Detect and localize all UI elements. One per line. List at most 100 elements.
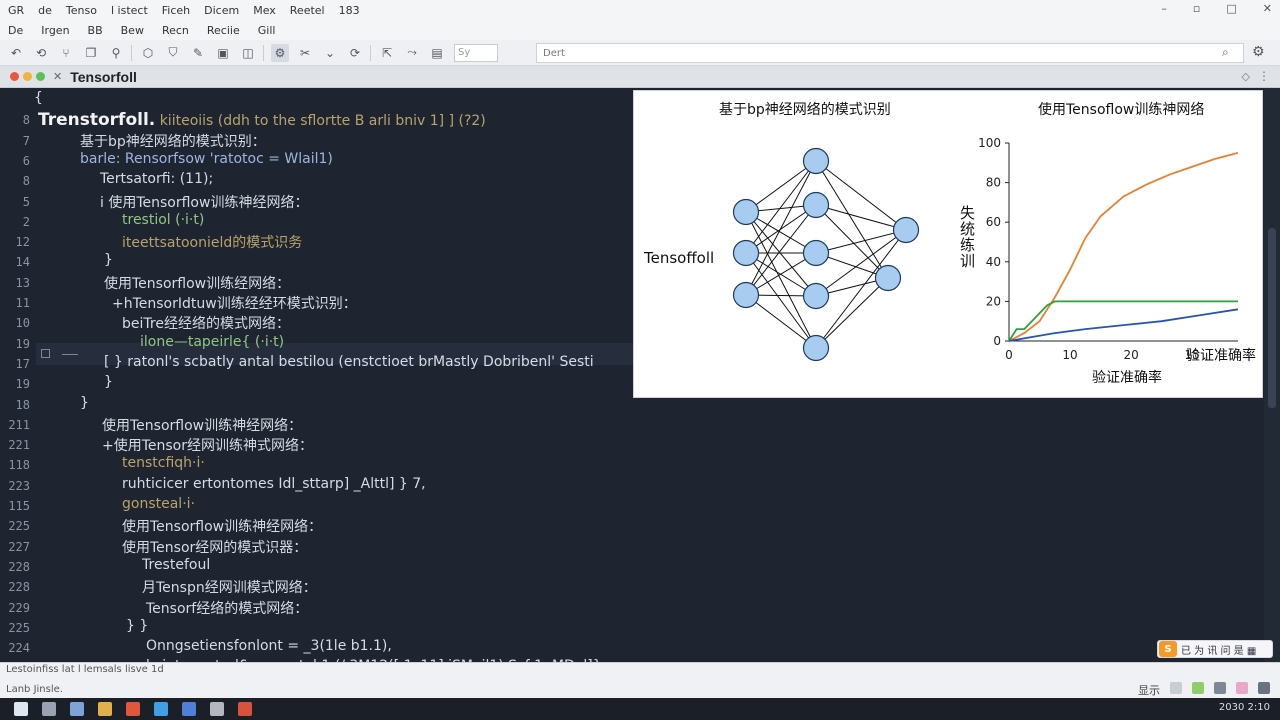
submenu-item[interactable]: BB bbox=[88, 24, 103, 37]
code-line[interactable]: ruhticicer ertontomes Idl_sttarp] _Alttl… bbox=[122, 476, 426, 492]
menu-item[interactable]: Mex bbox=[253, 4, 276, 17]
code-line[interactable]: ilone—tapeirle{ (·i·t) bbox=[140, 334, 284, 350]
code-line[interactable]: beiTre经经络的模式网络： bbox=[122, 313, 290, 333]
code-line[interactable]: Trenstorfoll. kiiteoiis (ddh to the sflo… bbox=[38, 110, 486, 130]
x-tick-label: 0 bbox=[1005, 348, 1013, 362]
code-line[interactable]: { bbox=[34, 90, 43, 106]
code-line[interactable]: 使用Tensor经网的模式识器： bbox=[122, 537, 307, 557]
maximize-icon[interactable]: □ bbox=[1226, 2, 1236, 15]
edit-icon[interactable]: ✎ bbox=[189, 44, 207, 62]
minimize-dot-icon[interactable] bbox=[23, 72, 32, 81]
submenu-item[interactable]: De bbox=[8, 24, 23, 37]
menu-item[interactable]: Ficeh bbox=[162, 4, 190, 17]
format-icon[interactable] bbox=[1170, 682, 1182, 694]
code-line[interactable]: Tertsatorfi: (11); bbox=[100, 171, 213, 187]
notification-text: 已 为 讯 问 是 ▦ bbox=[1181, 645, 1257, 657]
layout-icon[interactable] bbox=[1258, 682, 1270, 694]
code-line[interactable]: 使用Tensorflow训练神经网络： bbox=[122, 516, 322, 536]
search-input[interactable] bbox=[536, 43, 1244, 63]
minimize-icon[interactable]: – bbox=[1161, 2, 1167, 15]
close-dot-icon[interactable] bbox=[10, 72, 19, 81]
pin-icon[interactable]: ⚲ bbox=[107, 44, 125, 62]
code-line[interactable]: 月Tenspn经网训模式网络： bbox=[142, 577, 317, 597]
bookmark-icon[interactable]: ⛉ bbox=[164, 44, 182, 62]
chrome-icon[interactable] bbox=[154, 702, 168, 716]
tab-title[interactable]: Tensorfoll bbox=[70, 69, 137, 85]
code-line[interactable]: 使用Tensorflow训练神经网络： bbox=[102, 415, 302, 435]
maximize-dot-icon[interactable] bbox=[36, 72, 45, 81]
code-line[interactable]: trestiol (·i·t) bbox=[122, 212, 204, 228]
history-icon[interactable]: ⟲ bbox=[32, 44, 50, 62]
system-tray[interactable]: 2030 2:10 bbox=[1219, 702, 1270, 713]
start-icon[interactable] bbox=[14, 702, 28, 716]
undo-icon[interactable]: ↶ bbox=[7, 44, 25, 62]
code-line[interactable]: [ } ratonl's scbatly antal bestilou (ens… bbox=[104, 354, 594, 370]
expand-icon[interactable]: ⇱ bbox=[378, 44, 396, 62]
code-line[interactable]: i 使用Tensorflow训练神经网络： bbox=[100, 192, 308, 212]
ide-icon[interactable] bbox=[238, 702, 252, 716]
split-icon[interactable]: ◫ bbox=[239, 44, 257, 62]
menu-item[interactable]: Tenso bbox=[66, 4, 97, 17]
code-line[interactable]: 基于bp神经网络的模式识别： bbox=[80, 131, 266, 151]
code-line[interactable]: } } bbox=[126, 618, 148, 634]
run-icon[interactable]: ⟳ bbox=[346, 44, 364, 62]
line-number: 7 bbox=[22, 133, 30, 148]
chevron-down-icon[interactable]: ⌄ bbox=[321, 44, 339, 62]
code-line[interactable]: iteettsatoonield的模式识务 bbox=[122, 232, 302, 252]
menu-item[interactable]: Dicem bbox=[204, 4, 239, 17]
debug-icon[interactable]: ⚙ bbox=[271, 43, 289, 62]
submenu-item[interactable]: Reciie bbox=[207, 24, 240, 37]
menu-item[interactable]: 183 bbox=[339, 4, 360, 17]
code-line[interactable]: 使用Tensorflow训练经网络： bbox=[104, 273, 290, 293]
step-icon[interactable]: ⤳ bbox=[403, 44, 421, 62]
check-icon[interactable] bbox=[1192, 682, 1204, 694]
image-app-icon[interactable] bbox=[210, 702, 224, 716]
tag-icon[interactable]: ⬡ bbox=[139, 44, 157, 62]
folder-icon[interactable] bbox=[98, 702, 112, 716]
search-icon[interactable]: ⌕ bbox=[1222, 45, 1229, 60]
code-line[interactable]: } bbox=[104, 252, 113, 268]
copy-icon[interactable]: ❐ bbox=[82, 44, 100, 62]
submenu-item[interactable]: Recn bbox=[162, 24, 189, 37]
app-icon[interactable] bbox=[182, 702, 196, 716]
scrollbar-thumb[interactable] bbox=[1268, 228, 1276, 408]
notification-bell-icon[interactable] bbox=[1236, 682, 1248, 694]
settings-icon[interactable]: ⚙ bbox=[1252, 44, 1265, 60]
menu-item[interactable]: Reetel bbox=[290, 4, 325, 17]
mini-input[interactable] bbox=[454, 43, 498, 62]
taskview-icon[interactable] bbox=[42, 702, 56, 716]
code-line[interactable]: Trestefoul bbox=[142, 557, 210, 573]
notification-badge[interactable]: S 已 为 讯 问 是 ▦ bbox=[1157, 640, 1273, 658]
tab-close-icon[interactable]: ✕ bbox=[53, 70, 62, 83]
code-line[interactable]: Tensorf经络的模式网络： bbox=[146, 598, 308, 618]
restore-icon[interactable]: ▫ bbox=[1193, 2, 1200, 15]
code-line[interactable]: +hTensorIdtuw训练经经环模式识别： bbox=[112, 293, 357, 313]
code-token: +使用Tensor经网训练神式网络： bbox=[102, 438, 314, 455]
branch-icon[interactable]: ⑂ bbox=[57, 44, 75, 62]
menu-item[interactable]: l istect bbox=[111, 4, 148, 17]
close-icon[interactable]: ✕ bbox=[1263, 2, 1272, 15]
panel-icon[interactable]: ▤ bbox=[428, 44, 446, 62]
encoding-icon[interactable] bbox=[1214, 682, 1226, 694]
submenu-item[interactable]: Bew bbox=[121, 24, 144, 37]
window-icon[interactable]: ▣ bbox=[214, 44, 232, 62]
code-line[interactable]: tenstcfiqh·i· bbox=[122, 455, 205, 471]
code-line[interactable]: +使用Tensor经网训练神式网络： bbox=[102, 435, 313, 455]
menu-item[interactable]: GR bbox=[8, 4, 24, 17]
menu-item[interactable]: de bbox=[38, 4, 52, 17]
code-line[interactable]: Onngsetiensfonlont = _3(1le b1.1), bbox=[146, 638, 392, 654]
tab-more-icon[interactable]: ⋮ bbox=[1258, 69, 1270, 83]
code-line[interactable]: } bbox=[80, 395, 89, 411]
code-line[interactable]: } bbox=[104, 374, 113, 390]
explorer-icon[interactable] bbox=[70, 702, 84, 716]
code-line[interactable]: barle: Rensorfsow 'ratotoc = Wlail1) bbox=[80, 151, 333, 167]
browser-icon[interactable] bbox=[126, 702, 140, 716]
vertical-scrollbar[interactable] bbox=[1264, 88, 1280, 662]
submenu-item[interactable]: Gill bbox=[258, 24, 276, 37]
code-line[interactable]: gonsteal·i· bbox=[122, 496, 195, 512]
breakpoint-marker-icon[interactable] bbox=[41, 349, 50, 358]
status-display-label[interactable]: 显示 bbox=[1138, 682, 1160, 698]
tab-pin-icon[interactable]: ◇ bbox=[1242, 70, 1250, 83]
scissors-icon[interactable]: ✂ bbox=[296, 44, 314, 62]
submenu-item[interactable]: Irgen bbox=[41, 24, 69, 37]
